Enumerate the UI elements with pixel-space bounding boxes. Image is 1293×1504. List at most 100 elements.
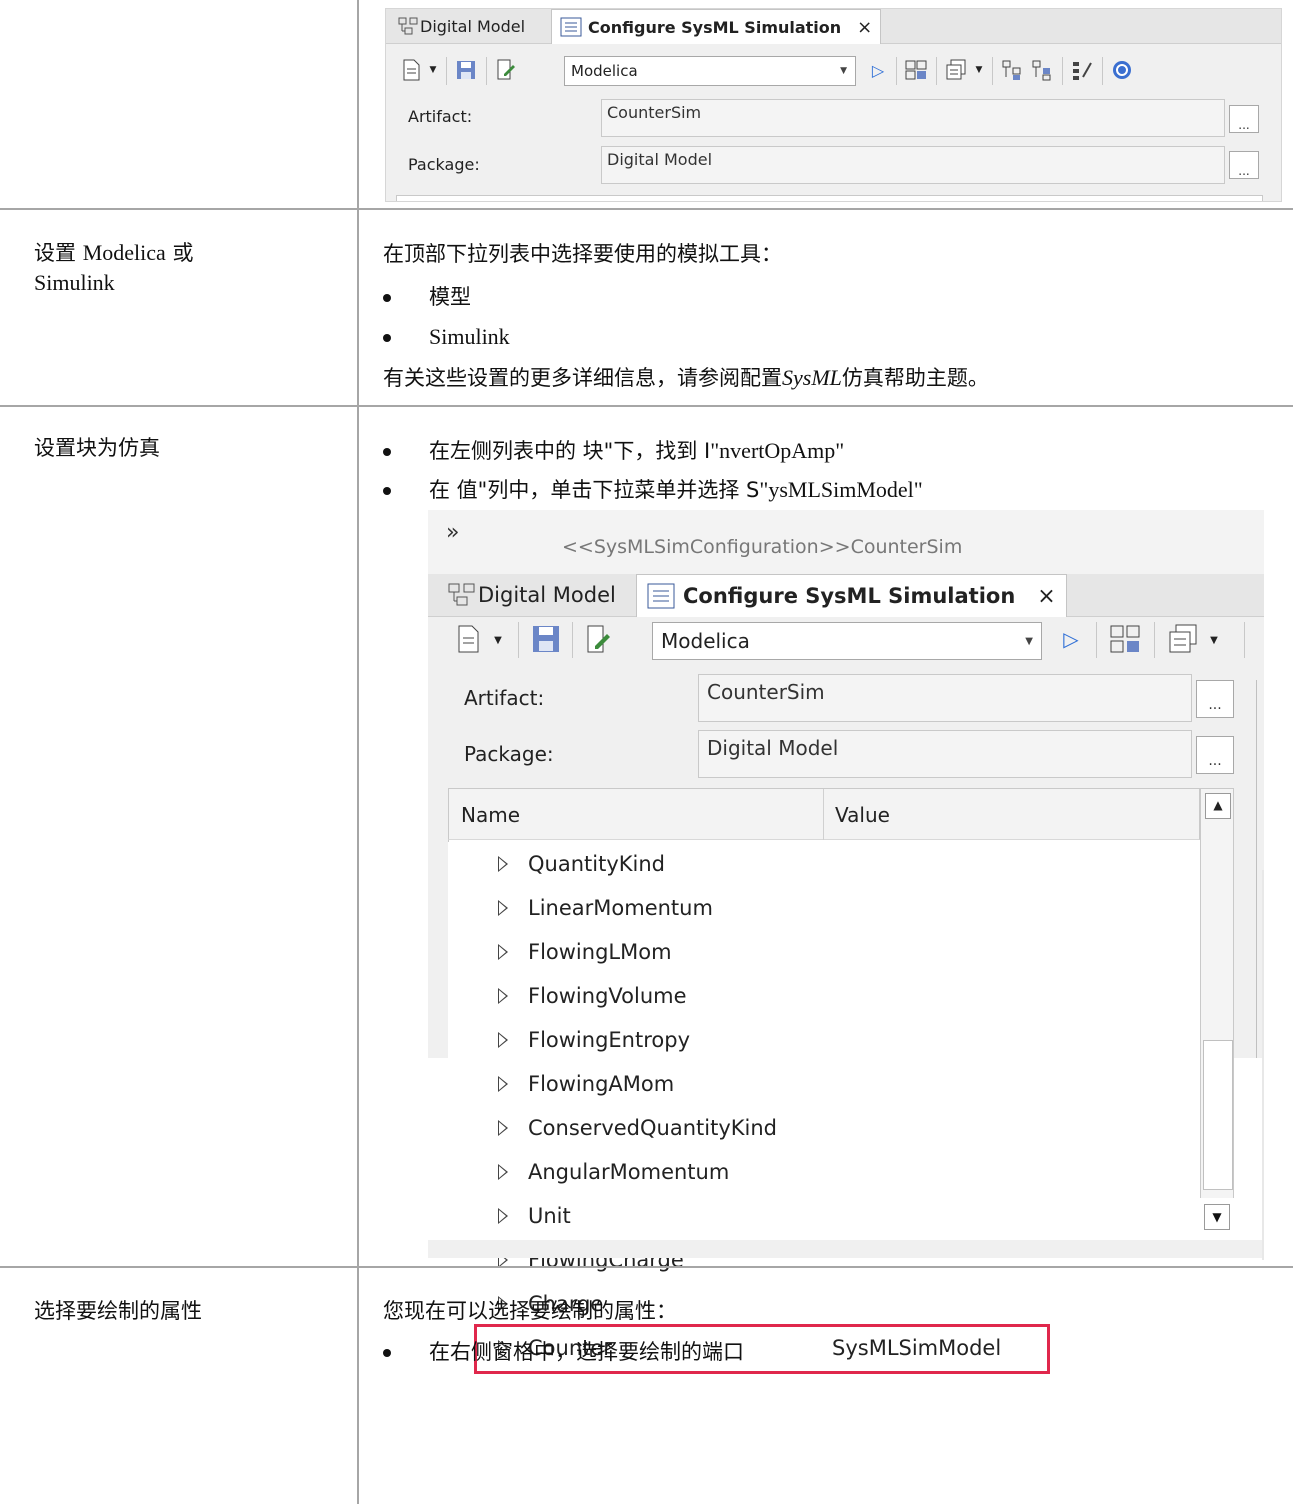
scroll-up-icon[interactable]: ▲ [1205, 793, 1231, 819]
expand-arrow-icon[interactable] [498, 988, 508, 1004]
dropdown-arrow-icon[interactable]: ▼ [426, 61, 440, 79]
package-browse-button[interactable]: ... [1229, 151, 1259, 179]
save-icon[interactable] [452, 57, 480, 83]
tree-row[interactable]: FlowingLMom [498, 930, 672, 974]
expand-arrow-icon[interactable] [498, 900, 508, 916]
package-field[interactable]: Digital Model [601, 146, 1225, 184]
filter-icon[interactable] [1068, 57, 1096, 83]
tree-row[interactable]: AngularMomentum [498, 1150, 729, 1194]
note-link-text: SysML [782, 365, 842, 390]
layers-icon[interactable] [942, 57, 970, 83]
label-text: 设置 [34, 241, 83, 265]
package-label: Package: [408, 155, 480, 174]
tree-row-name: FlowingVolume [528, 984, 687, 1008]
edit-document-icon[interactable] [580, 622, 616, 656]
tab-digital-model[interactable]: Digital Model [392, 9, 531, 43]
dropdown-value: Modelica [661, 629, 750, 653]
tree-row[interactable]: Unit [498, 1194, 571, 1238]
tree-row[interactable]: LinearMomentum [498, 886, 713, 930]
package-label: Package: [464, 742, 554, 766]
list-item-text: 模型 [429, 285, 471, 309]
bullet-icon [383, 294, 391, 302]
chevron-down-icon: ▼ [1025, 635, 1033, 647]
note-text: 有关这些设置的更多详细信息，请参阅配置 [383, 366, 782, 390]
expand-arrow-icon[interactable] [498, 1076, 508, 1092]
row-label-block: 设置块为仿真 [34, 436, 160, 460]
list-item-text: Simulink [429, 324, 510, 349]
package-browse-button[interactable]: ... [1196, 736, 1234, 774]
value-column-header[interactable]: Value [835, 803, 890, 827]
expand-tree-icon[interactable] [998, 57, 1026, 83]
simulation-tool-dropdown[interactable]: Modelica ▼ [652, 622, 1042, 660]
artifact-label: Artifact: [408, 107, 473, 126]
artifact-label: Artifact: [464, 686, 545, 710]
list-item-text: "ysMLSimModel" [759, 477, 923, 502]
list-document-icon [560, 17, 582, 37]
bullet-icon [383, 448, 391, 456]
column-divider [357, 0, 359, 1504]
tree-row[interactable]: FlowingEntropy [498, 1018, 690, 1062]
row-divider [0, 405, 1293, 407]
dropdown-arrow-icon[interactable]: ▼ [490, 630, 506, 650]
window-right-edge [1262, 870, 1264, 1260]
window-bottom-edge [428, 1240, 1264, 1258]
tab-configure-sysml-simulation[interactable]: Configure SysML Simulation × [551, 9, 882, 44]
expand-arrow-icon[interactable] [498, 856, 508, 872]
scroll-down-icon[interactable]: ▼ [1204, 1204, 1230, 1230]
new-document-icon[interactable] [452, 622, 484, 656]
row-label-simulation-tool: 设置 Modelica 或 Simulink [34, 238, 193, 298]
row-divider [0, 208, 1293, 210]
package-icon [448, 583, 475, 606]
generate-icon[interactable] [902, 57, 930, 83]
dropdown-arrow-icon[interactable]: ▼ [972, 61, 986, 79]
package-icon [398, 17, 418, 35]
row-label-properties: 选择要绘制的属性 [34, 1299, 202, 1323]
generate-icon[interactable] [1106, 622, 1144, 656]
expand-arrow-icon[interactable] [498, 1120, 508, 1136]
collapse-tree-icon[interactable] [1028, 57, 1056, 83]
note-text: 仿真帮助主题。 [841, 366, 989, 390]
list-item-text: 在左侧列表中的 块"下，找到 I [429, 439, 711, 463]
artifact-field[interactable]: CounterSim [698, 674, 1192, 722]
tab-label: Configure SysML Simulation [683, 584, 1016, 608]
dropdown-value: Modelica [571, 62, 638, 80]
tree-row[interactable]: FlowingAMom [498, 1062, 674, 1106]
tree-row-name: ConservedQuantityKind [528, 1116, 777, 1140]
dropdown-arrow-icon[interactable]: ▼ [1206, 630, 1222, 650]
properties-intro: 您现在可以选择要绘制的属性： [383, 1299, 677, 1323]
tab-label: Digital Model [420, 16, 526, 36]
edit-document-icon[interactable] [492, 57, 520, 83]
expand-arrow-icon[interactable] [498, 944, 508, 960]
layers-icon[interactable] [1164, 622, 1202, 656]
tab-bar: Digital Model Configure SysML Simulation… [428, 574, 1264, 617]
close-tab-icon[interactable]: × [1037, 584, 1055, 609]
simulation-tool-note: 有关这些设置的更多详细信息，请参阅配置SysML仿真帮助主题。 [383, 363, 989, 393]
expand-panel-icon[interactable]: » [446, 520, 459, 545]
scrollbar-track[interactable] [1200, 842, 1234, 1198]
package-field[interactable]: Digital Model [698, 730, 1192, 778]
run-icon[interactable]: ▷ [1056, 622, 1086, 656]
tree-row-name: FlowingLMom [528, 940, 672, 964]
tab-digital-model[interactable]: Digital Model [444, 574, 620, 616]
simulation-tool-dropdown[interactable]: Modelica ▼ [564, 56, 856, 86]
label-text: Modelica [82, 240, 166, 265]
save-icon[interactable] [528, 622, 564, 656]
new-document-icon[interactable] [398, 57, 424, 83]
artifact-browse-button[interactable]: ... [1196, 680, 1234, 718]
expand-arrow-icon[interactable] [498, 1032, 508, 1048]
close-tab-icon[interactable]: × [857, 17, 872, 38]
tree-row[interactable]: QuantityKind [498, 842, 665, 886]
run-icon[interactable]: ▷ [866, 57, 890, 83]
tree-row-name: QuantityKind [528, 852, 665, 876]
expand-arrow-icon[interactable] [498, 1164, 508, 1180]
tree-row[interactable]: FlowingVolume [498, 974, 687, 1018]
name-column-header[interactable]: Name [461, 803, 520, 827]
tree-row[interactable]: ConservedQuantityKind [498, 1106, 777, 1150]
expand-arrow-icon[interactable] [498, 1208, 508, 1224]
scrollbar-thumb[interactable] [1203, 1040, 1233, 1190]
help-icon[interactable] [1108, 57, 1136, 83]
artifact-field[interactable]: CounterSim [601, 99, 1225, 137]
grid-header: Name Value [448, 788, 1200, 841]
tab-configure-sysml-simulation[interactable]: Configure SysML Simulation × [636, 574, 1067, 617]
artifact-browse-button[interactable]: ... [1229, 105, 1259, 133]
